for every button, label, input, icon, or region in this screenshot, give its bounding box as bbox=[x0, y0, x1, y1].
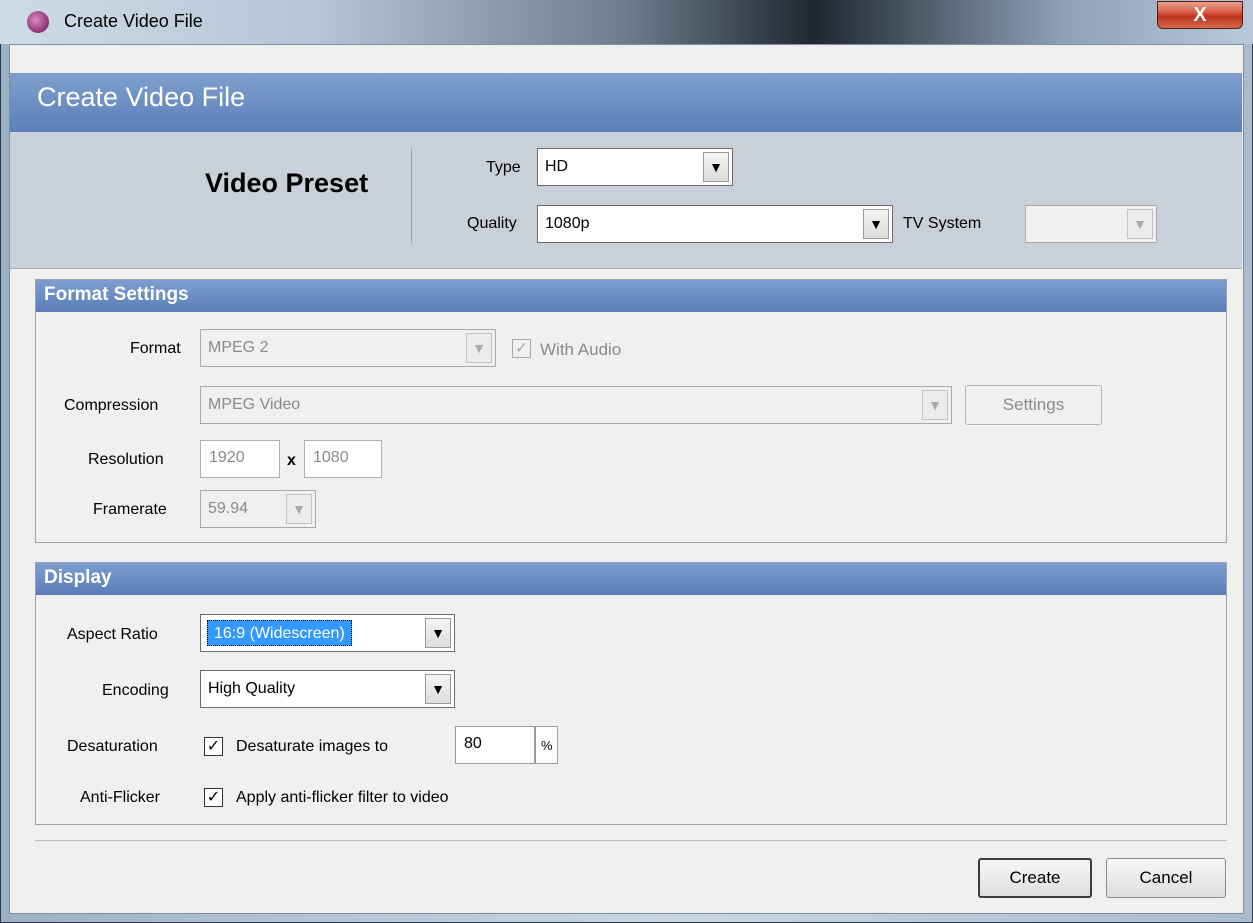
anti-flicker-text: Apply anti-flicker filter to video bbox=[236, 789, 449, 806]
anti-flicker-label: Anti-Flicker bbox=[80, 789, 161, 806]
settings-button[interactable]: Settings bbox=[965, 385, 1102, 425]
video-preset-title: Video Preset bbox=[205, 168, 369, 198]
aspect-ratio-label: Aspect Ratio bbox=[67, 626, 158, 643]
tv-system-select[interactable]: ▼ bbox=[1025, 205, 1157, 243]
compression-select[interactable]: MPEG Video ▼ bbox=[200, 386, 952, 424]
chevron-down-icon[interactable]: ▼ bbox=[286, 494, 312, 524]
checkmark-icon: ✓ bbox=[206, 789, 221, 806]
display-header: Display bbox=[36, 563, 1226, 595]
cancel-button[interactable]: Cancel bbox=[1106, 858, 1226, 898]
framerate-select-value: 59.94 bbox=[208, 500, 249, 517]
compression-label: Compression bbox=[64, 397, 159, 414]
close-icon: X bbox=[1193, 4, 1207, 26]
type-label: Type bbox=[486, 159, 521, 176]
framerate-select[interactable]: 59.94 ▼ bbox=[200, 490, 316, 528]
format-select[interactable]: MPEG 2 ▼ bbox=[200, 329, 496, 367]
encoding-select-value: High Quality bbox=[208, 680, 296, 697]
compression-select-value: MPEG Video bbox=[208, 396, 301, 413]
chevron-down-icon[interactable]: ▼ bbox=[425, 618, 451, 648]
chevron-down-icon[interactable]: ▼ bbox=[1127, 209, 1153, 239]
quality-label: Quality bbox=[467, 215, 517, 232]
with-audio-label: With Audio bbox=[540, 340, 622, 359]
app-logo-icon bbox=[27, 11, 49, 33]
chevron-down-icon[interactable]: ▼ bbox=[922, 390, 948, 420]
desaturate-text: Desaturate images to bbox=[236, 738, 389, 755]
with-audio-checkbox[interactable]: ✓ bbox=[512, 339, 531, 358]
aspect-ratio-select[interactable]: 16:9 (Widescreen) ▼ bbox=[200, 614, 455, 652]
format-settings-header: Format Settings bbox=[36, 280, 1226, 312]
encoding-select[interactable]: High Quality ▼ bbox=[200, 670, 455, 708]
quality-select-value: 1080p bbox=[545, 215, 590, 232]
resolution-label: Resolution bbox=[88, 451, 164, 468]
quality-select[interactable]: 1080p ▼ bbox=[537, 205, 893, 243]
checkmark-icon: ✓ bbox=[514, 340, 529, 357]
chevron-down-icon[interactable]: ▼ bbox=[425, 674, 451, 704]
aspect-ratio-select-value: 16:9 (Widescreen) bbox=[207, 620, 352, 646]
desaturation-checkbox[interactable]: ✓ bbox=[204, 737, 223, 756]
chevron-down-icon[interactable]: ▼ bbox=[863, 209, 889, 239]
resolution-separator: x bbox=[287, 452, 296, 469]
anti-flicker-checkbox[interactable]: ✓ bbox=[204, 788, 223, 807]
footer-separator bbox=[35, 840, 1227, 841]
preset-divider bbox=[411, 148, 412, 243]
framerate-label: Framerate bbox=[93, 501, 167, 518]
chevron-down-icon[interactable]: ▼ bbox=[466, 333, 492, 363]
desaturate-percent-input[interactable]: 80 bbox=[455, 726, 535, 764]
window-title: Create Video File bbox=[64, 11, 203, 31]
checkmark-icon: ✓ bbox=[206, 738, 221, 755]
tv-system-label: TV System bbox=[903, 215, 982, 232]
encoding-label: Encoding bbox=[102, 682, 169, 699]
format-label: Format bbox=[130, 340, 181, 357]
chevron-down-icon[interactable]: ▼ bbox=[703, 152, 729, 182]
resolution-height-input[interactable]: 1080 bbox=[304, 440, 382, 478]
resolution-width-input[interactable]: 1920 bbox=[200, 440, 280, 478]
type-select-value: HD bbox=[545, 158, 569, 175]
percent-unit: % bbox=[535, 726, 558, 764]
format-select-value: MPEG 2 bbox=[208, 339, 269, 356]
type-select[interactable]: HD ▼ bbox=[537, 148, 733, 186]
create-button[interactable]: Create bbox=[978, 858, 1092, 898]
header-title: Create Video File bbox=[37, 82, 246, 112]
desaturation-label: Desaturation bbox=[67, 738, 158, 755]
close-button[interactable]: X bbox=[1157, 1, 1243, 29]
